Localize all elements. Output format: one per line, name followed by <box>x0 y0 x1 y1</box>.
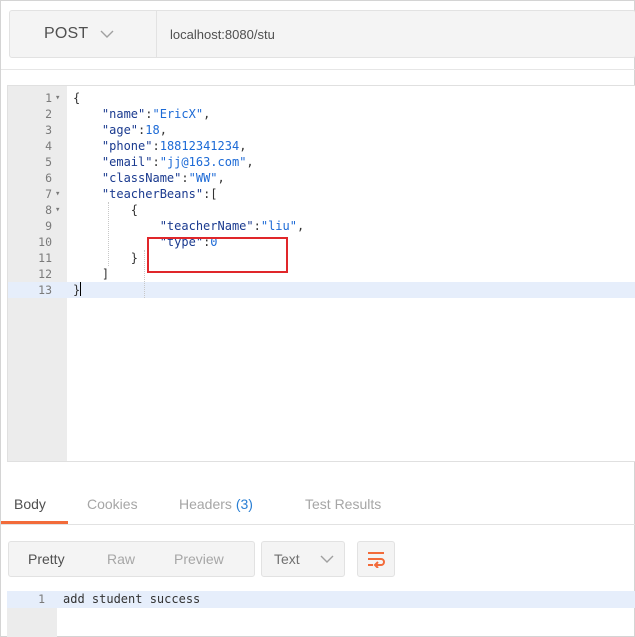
tab-label: Body <box>14 496 46 512</box>
method-label: POST <box>44 25 89 42</box>
chevron-down-icon <box>100 30 114 38</box>
line-number: 12 <box>38 267 52 281</box>
pretty-button[interactable]: Pretty <box>28 542 65 576</box>
code-line[interactable]: 1 ▾ { <box>8 90 635 106</box>
method-select[interactable]: POST <box>10 11 156 57</box>
active-tab-underline <box>1 521 68 524</box>
tab-label: Cookies <box>87 496 138 512</box>
code-text: "className":"WW", <box>101 171 225 185</box>
code-line[interactable]: 6 "className":"WW", <box>8 170 635 186</box>
line-number: 9 <box>45 219 52 233</box>
code-text: "phone":18812341234, <box>101 139 247 153</box>
response-type-select[interactable]: Text <box>261 541 345 577</box>
wrap-lines-icon <box>368 552 385 568</box>
fold-arrow-icon[interactable]: ▾ <box>55 186 60 202</box>
line-number: 1 <box>45 91 52 105</box>
code-line[interactable]: 8 ▾ { <box>8 202 635 218</box>
url-input[interactable]: localhost:8080/stu <box>170 11 275 57</box>
code-text: } <box>73 282 82 297</box>
response-tabs: Body Cookies Headers (3) Test Results <box>1 489 635 525</box>
tab-label: Headers <box>179 496 232 512</box>
code-text: "email":"jj@163.com", <box>101 155 254 169</box>
response-line: 1 add student success <box>7 591 635 608</box>
response-text: add student success <box>63 592 201 606</box>
fold-arrow-icon[interactable]: ▾ <box>55 202 60 218</box>
code-line[interactable]: 10 "type":0 <box>8 234 635 250</box>
tab-headers[interactable]: Headers (3) <box>179 489 253 525</box>
view-mode-group: Pretty Raw Preview <box>8 541 255 577</box>
code-text: { <box>73 91 81 105</box>
code-line[interactable]: 9 "teacherName":"liu", <box>8 218 635 234</box>
tab-cookies[interactable]: Cookies <box>87 489 138 525</box>
response-type-label: Text <box>274 551 300 567</box>
url-text: localhost:8080/stu <box>170 26 275 42</box>
chevron-down-icon <box>320 555 334 563</box>
line-number: 2 <box>45 107 52 121</box>
tab-body[interactable]: Body <box>14 489 46 525</box>
code-line[interactable]: 3 "age":18, <box>8 122 635 138</box>
tab-test-results[interactable]: Test Results <box>305 489 381 525</box>
request-body-editor[interactable]: 1 ▾{2 "name":"EricX", 3 "age":18, 4 "phone"… <box>7 85 635 462</box>
code-line[interactable]: 4 "phone":18812341234, <box>8 138 635 154</box>
fold-arrow-icon[interactable]: ▾ <box>55 90 60 106</box>
tab-label: Test Results <box>305 496 382 512</box>
line-number: 5 <box>45 155 52 169</box>
code-text: } <box>130 251 139 265</box>
code-line[interactable]: 13} <box>8 282 635 298</box>
line-number: 11 <box>38 251 52 265</box>
code-text: "teacherBeans":[ <box>101 187 218 201</box>
code-text: "name":"EricX", <box>101 107 211 121</box>
section-divider <box>1 69 635 70</box>
line-number: 7 <box>45 187 52 201</box>
annotation-highlight-box <box>147 237 288 273</box>
preview-button[interactable]: Preview <box>174 542 224 576</box>
line-number: 8 <box>45 203 52 217</box>
wrap-lines-button[interactable] <box>357 541 395 577</box>
app-window: POST localhost:8080/stu 1 ▾{2 "name":"Eri… <box>0 0 635 637</box>
code-line[interactable]: 12 ] <box>8 266 635 282</box>
code-line[interactable]: 5 "email":"jj@163.com", <box>8 154 635 170</box>
tab-count-badge: (3) <box>235 496 253 512</box>
code-text: ] <box>101 267 110 281</box>
code-line[interactable]: 11 } <box>8 250 635 266</box>
line-number: 4 <box>45 139 52 153</box>
response-body[interactable]: 1 add student success <box>7 591 635 637</box>
line-number: 6 <box>45 171 52 185</box>
line-number: 10 <box>38 235 52 249</box>
request-bar: POST localhost:8080/stu <box>9 10 635 58</box>
raw-button[interactable]: Raw <box>107 542 135 576</box>
code-line[interactable]: 7 ▾ "teacherBeans":[ <box>8 186 635 202</box>
line-number: 13 <box>38 283 52 297</box>
response-line-number: 1 <box>38 592 45 606</box>
indent-guide <box>108 202 109 266</box>
code-text: "age":18, <box>101 123 167 137</box>
method-divider <box>156 11 157 57</box>
code-line[interactable]: 2 "name":"EricX", <box>8 106 635 122</box>
line-number: 3 <box>45 123 52 137</box>
code-text: { <box>130 203 139 217</box>
indent-guide <box>144 250 145 298</box>
